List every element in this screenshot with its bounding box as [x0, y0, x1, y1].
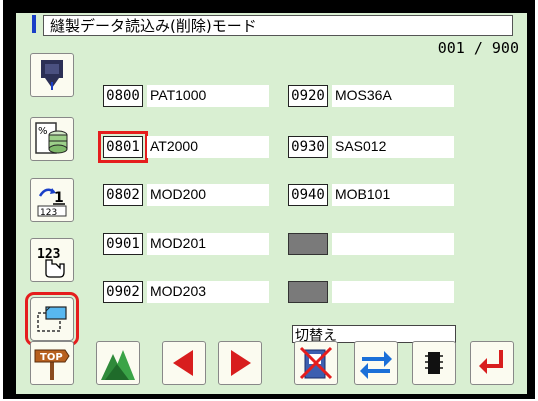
pattern-name: MOD203	[147, 281, 269, 303]
storage-button[interactable]: %	[30, 117, 74, 161]
pattern-name-empty	[332, 233, 454, 255]
pattern-code[interactable]: 0800	[103, 85, 143, 107]
scene-button[interactable]	[96, 341, 140, 385]
swap-button[interactable]	[354, 341, 398, 385]
left-arrow-icon	[173, 350, 193, 376]
pattern-code[interactable]: 0930	[288, 136, 328, 158]
storage-percent-icon: %	[35, 122, 68, 154]
title-bar: 縫製データ読込み(削除)モード 001 / 900	[16, 13, 527, 67]
screen: 縫製データ読込み(削除)モード 001 / 900 % 1 123 123 08…	[16, 13, 527, 394]
pattern-code-empty[interactable]	[288, 233, 328, 255]
folder-icon	[37, 306, 67, 332]
disabled-function-button[interactable]	[294, 341, 338, 385]
pattern-name-empty	[332, 281, 454, 303]
trees-icon	[101, 350, 135, 380]
pattern-code[interactable]: 0940	[288, 184, 328, 206]
next-button[interactable]	[218, 341, 262, 385]
enter-icon	[479, 350, 503, 374]
pattern-name: AT2000	[147, 136, 269, 158]
needle-button[interactable]	[30, 53, 74, 97]
title-marker	[32, 15, 36, 33]
svg-text:TOP: TOP	[40, 352, 63, 363]
top-sign-icon: TOP	[34, 349, 70, 380]
device-frame: 縫製データ読込み(削除)モード 001 / 900 % 1 123 123 08…	[3, 0, 535, 399]
numeric-keypad-icon: 123	[37, 247, 65, 278]
pattern-code[interactable]: 0920	[288, 85, 328, 107]
svg-text:123: 123	[40, 208, 57, 218]
pattern-name: MOB101	[332, 184, 454, 206]
pattern-name: MOS36A	[332, 85, 454, 107]
pattern-code[interactable]: 0901	[103, 233, 143, 255]
folder-button[interactable]	[25, 292, 79, 346]
number-list-button[interactable]: 1 123	[30, 178, 74, 222]
pattern-name: PAT1000	[147, 85, 269, 107]
swap-arrows-icon	[360, 351, 392, 379]
numbered-list-icon: 1 123	[37, 188, 67, 218]
previous-button[interactable]	[162, 341, 206, 385]
pattern-name: SAS012	[332, 136, 454, 158]
svg-text:%: %	[38, 126, 48, 137]
crossed-out-icon	[299, 346, 333, 380]
pattern-code-empty[interactable]	[288, 281, 328, 303]
keypad-button[interactable]: 123	[30, 238, 74, 282]
pattern-code[interactable]: 0902	[103, 281, 143, 303]
needle-icon	[41, 60, 63, 90]
pattern-code[interactable]: 0802	[103, 184, 143, 206]
enter-button[interactable]	[470, 341, 514, 385]
memory-button[interactable]	[412, 341, 456, 385]
title-box: 縫製データ読込み(削除)モード	[43, 15, 513, 36]
page-title: 縫製データ読込み(削除)モード	[50, 17, 257, 35]
right-arrow-icon	[231, 350, 251, 376]
chip-icon	[425, 352, 443, 374]
pattern-name: MOD201	[147, 233, 269, 255]
pattern-code-selected[interactable]: 0801	[98, 131, 148, 163]
pattern-name: MOD200	[147, 184, 269, 206]
top-button[interactable]: TOP	[30, 341, 74, 385]
page-indicator: 001 / 900	[437, 39, 519, 57]
